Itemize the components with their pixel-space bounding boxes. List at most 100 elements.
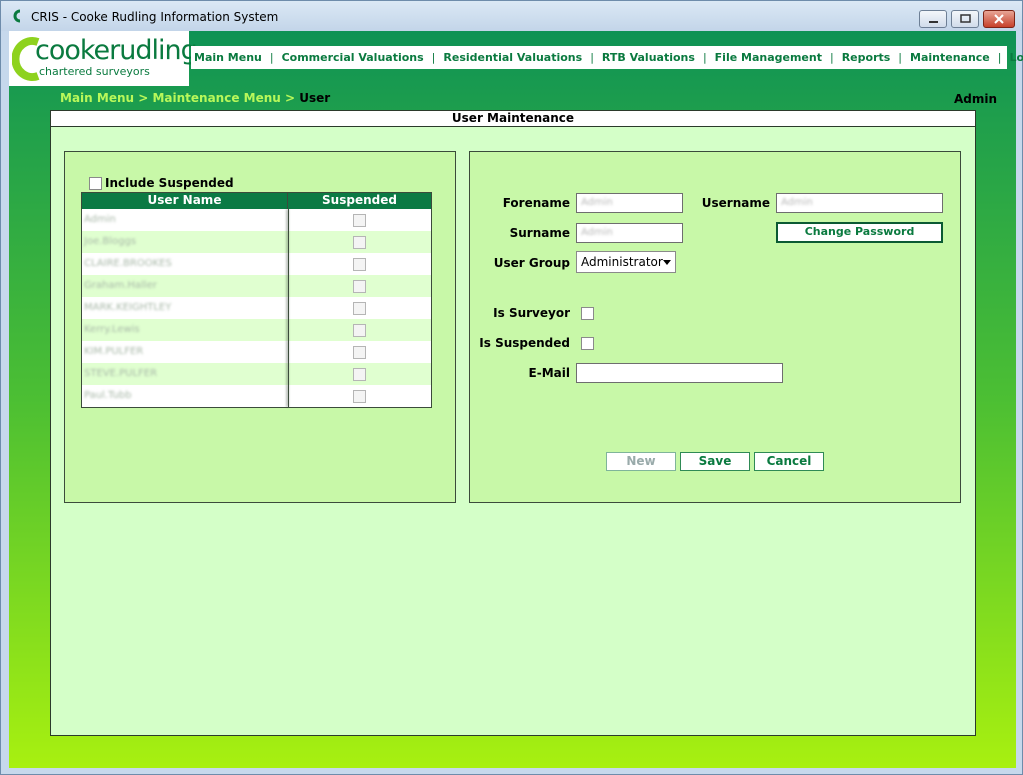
user-table: User Name Suspended Admin Joe.Bloggs CLA…	[81, 192, 432, 408]
table-row[interactable]: Kerry.Lewis	[82, 319, 431, 341]
suspended-checkbox	[353, 213, 366, 227]
surname-label: Surname	[509, 226, 570, 240]
suspended-checkbox	[353, 367, 366, 381]
is-surveyor-checkbox[interactable]	[581, 307, 594, 320]
user-table-header: User Name Suspended	[82, 193, 431, 209]
close-icon	[994, 14, 1004, 24]
suspended-checkbox	[353, 345, 366, 359]
user-details-box: Forename Admin Username Admin Surname Ad…	[469, 151, 961, 503]
forename-field[interactable]: Admin	[576, 193, 683, 213]
breadcrumb: Main Menu > Maintenance Menu > User	[60, 91, 330, 105]
nav-residential-valuations[interactable]: Residential Valuations	[443, 51, 582, 64]
main-navigation: Main Menu | Commercial Valuations | Reside…	[191, 46, 1023, 69]
app-icon	[13, 9, 21, 23]
include-suspended-label: Include Suspended	[105, 176, 234, 190]
nav-commercial-valuations[interactable]: Commercial Valuations	[282, 51, 424, 64]
user-list-box: Include Suspended User Name Suspended Ad…	[64, 151, 456, 503]
table-row[interactable]: Joe.Bloggs	[82, 231, 431, 253]
user-group-value: Administrator	[581, 255, 663, 269]
maximize-button[interactable]	[951, 10, 979, 28]
column-header-user-name: User Name	[82, 193, 288, 209]
suspended-checkbox	[353, 257, 366, 271]
user-name-cell: Paul.Tubb	[82, 385, 288, 407]
include-suspended-row: Include Suspended	[89, 176, 234, 190]
nav-separator: |	[997, 51, 1002, 64]
nav-separator: |	[702, 51, 707, 64]
save-button[interactable]: Save	[680, 452, 750, 471]
cancel-button[interactable]: Cancel	[754, 452, 824, 471]
username-label: Username	[701, 196, 770, 210]
nav-file-management[interactable]: File Management	[715, 51, 822, 64]
company-logo: cookerudling chartered surveyors	[9, 31, 198, 86]
forename-label: Forename	[502, 196, 570, 210]
forename-value: Admin	[581, 197, 613, 208]
suspended-checkbox	[353, 235, 366, 249]
page-title: User Maintenance	[51, 111, 975, 127]
column-divider	[288, 209, 289, 407]
nav-maintenance[interactable]: Maintenance	[910, 51, 990, 64]
nav-separator: |	[829, 51, 834, 64]
logo-tagline: chartered surveyors	[39, 65, 150, 78]
logo-text-cooke: cooke	[35, 35, 110, 66]
user-maintenance-panel: User Maintenance Include Suspended User …	[50, 110, 976, 736]
nav-separator: |	[269, 51, 274, 64]
maximize-icon	[960, 14, 971, 23]
minimize-icon	[929, 21, 938, 23]
nav-rtb-valuations[interactable]: RTB Valuations	[602, 51, 695, 64]
minimize-button[interactable]	[919, 10, 947, 28]
nav-separator: |	[898, 51, 903, 64]
user-table-body: Admin Joe.Bloggs CLAIRE.BROOKES Graham.H…	[82, 209, 431, 407]
table-row[interactable]: STEVE.PULFER	[82, 363, 431, 385]
user-name-cell: Kerry.Lewis	[82, 319, 288, 341]
breadcrumb-separator: >	[280, 91, 300, 105]
logo-text-rudling: rudling	[109, 35, 198, 66]
logo-wordmark: cookerudling	[35, 35, 198, 66]
breadcrumb-separator: >	[134, 91, 153, 105]
include-suspended-checkbox[interactable]	[89, 176, 102, 190]
app-window: CRIS - Cooke Rudling Information System …	[0, 0, 1023, 775]
username-value: Admin	[781, 197, 813, 208]
nav-separator: |	[590, 51, 594, 64]
suspended-checkbox	[353, 389, 366, 403]
suspended-checkbox	[353, 301, 366, 315]
user-name-cell: Joe.Bloggs	[82, 231, 288, 253]
nav-log-off[interactable]: Log Off	[1010, 51, 1023, 64]
table-row[interactable]: CLAIRE.BROOKES	[82, 253, 431, 275]
breadcrumb-current: User	[299, 91, 331, 105]
dropdown-arrow-icon	[663, 260, 671, 265]
is-suspended-label: Is Suspended	[479, 336, 570, 350]
nav-main-menu[interactable]: Main Menu	[194, 51, 262, 64]
email-field[interactable]	[576, 363, 783, 383]
nav-reports[interactable]: Reports	[842, 51, 891, 64]
user-group-select[interactable]: Administrator	[576, 251, 676, 273]
table-row[interactable]: Paul.Tubb	[82, 385, 431, 407]
surname-field[interactable]: Admin	[576, 223, 683, 243]
surname-value: Admin	[581, 227, 613, 238]
change-password-button[interactable]: Change Password	[776, 222, 943, 243]
user-name-cell: STEVE.PULFER	[82, 363, 288, 385]
table-row[interactable]: Graham.Haller	[82, 275, 431, 297]
user-name-cell: CLAIRE.BROOKES	[82, 253, 288, 275]
user-group-label: User Group	[493, 256, 570, 270]
title-bar: CRIS - Cooke Rudling Information System	[1, 1, 1022, 31]
new-button[interactable]: New	[606, 452, 676, 471]
table-row[interactable]: Admin	[82, 209, 431, 231]
is-surveyor-label: Is Surveyor	[493, 306, 570, 320]
current-user-label: Admin	[953, 92, 997, 106]
user-name-cell: MARK.KEIGHTLEY	[82, 297, 288, 319]
is-suspended-checkbox[interactable]	[581, 337, 594, 350]
table-row[interactable]: MARK.KEIGHTLEY	[82, 297, 431, 319]
email-label: E-Mail	[528, 366, 570, 380]
user-name-cell: Graham.Haller	[82, 275, 288, 297]
table-row[interactable]: KIM.PULFER	[82, 341, 431, 363]
close-button[interactable]	[983, 10, 1015, 28]
app-client-area: cookerudling chartered surveyors Main Me…	[9, 31, 1023, 768]
username-field[interactable]: Admin	[776, 193, 943, 213]
breadcrumb-main-menu[interactable]: Main Menu	[60, 91, 134, 105]
user-name-cell: KIM.PULFER	[82, 341, 288, 363]
suspended-checkbox	[353, 279, 366, 293]
window-title: CRIS - Cooke Rudling Information System	[31, 10, 279, 24]
column-header-suspended: Suspended	[322, 193, 397, 207]
breadcrumb-maintenance-menu[interactable]: Maintenance Menu	[152, 91, 280, 105]
nav-separator: |	[431, 51, 436, 64]
